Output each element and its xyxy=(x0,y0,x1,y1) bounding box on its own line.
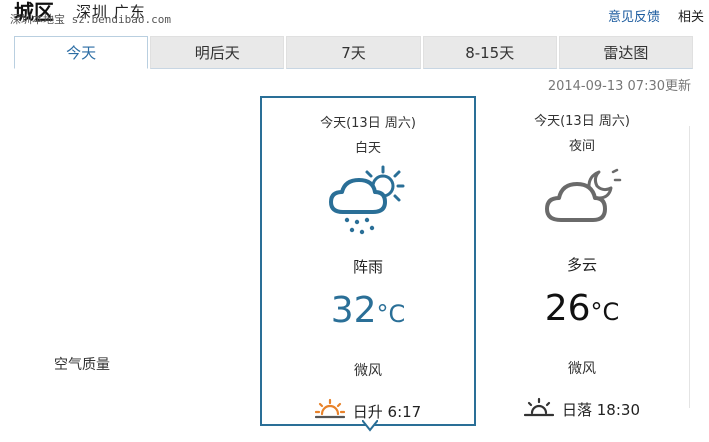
day-temperature: 32°C xyxy=(262,291,474,334)
night-temp-unit: °C xyxy=(590,298,620,326)
sunset-info: 日落 18:30 xyxy=(474,396,690,422)
sunrise-text: 日升 6:17 xyxy=(352,402,422,421)
selected-pointer xyxy=(362,420,378,432)
tab-next-two-days[interactable]: 明后天 xyxy=(150,36,285,69)
night-date: 今天(13日 周六) xyxy=(534,114,630,129)
night-wind: 微风 xyxy=(568,361,596,377)
tab-today[interactable]: 今天 xyxy=(14,36,149,69)
night-condition: 多云 xyxy=(566,256,597,274)
air-quality-label: 空气质量 xyxy=(54,357,110,373)
thunder-shower-icon xyxy=(323,164,413,236)
day-temp-unit: °C xyxy=(376,300,406,328)
watermark-text: 深圳本地宝 sz.bendibao.com xyxy=(10,13,171,26)
tab-7-days[interactable]: 7天 xyxy=(286,36,421,69)
daytime-card: 今天(13日 周六) 白天 阵雨 32°C 微风 日升 6:17 xyxy=(260,96,476,426)
day-period: 白天 xyxy=(354,141,381,156)
tab-radar[interactable]: 雷达图 xyxy=(558,36,694,69)
night-temperature: 26°C xyxy=(474,289,690,332)
sunrise-icon xyxy=(314,398,345,424)
tab-8-15-days[interactable]: 8-15天 xyxy=(422,36,557,69)
forecast-tabs: 今天 明后天 7天 8-15天 雷达图 xyxy=(14,36,694,69)
day-date: 今天(13日 周六) xyxy=(320,116,416,131)
sunset-icon xyxy=(523,396,555,422)
related-link[interactable]: 相关 xyxy=(678,6,704,25)
feedback-link[interactable]: 意见反馈 xyxy=(608,6,660,25)
cloudy-night-icon xyxy=(537,162,627,234)
night-period: 夜间 xyxy=(568,139,595,154)
nighttime-card: 今天(13日 周六) 夜间 多云 26°C 微风 日落 18:30 xyxy=(474,96,690,426)
day-temp-value: 32 xyxy=(330,290,377,331)
updated-time: 2014-09-13 07:30更新 xyxy=(547,79,691,94)
day-wind: 微风 xyxy=(354,363,382,379)
page-header: 城区 深圳 广东 深圳本地宝 sz.bendibao.com 意见反馈 相关 xyxy=(0,0,709,32)
day-condition: 阵雨 xyxy=(352,258,383,276)
night-temp-value: 26 xyxy=(544,288,591,329)
sunset-text: 日落 18:30 xyxy=(562,400,640,419)
